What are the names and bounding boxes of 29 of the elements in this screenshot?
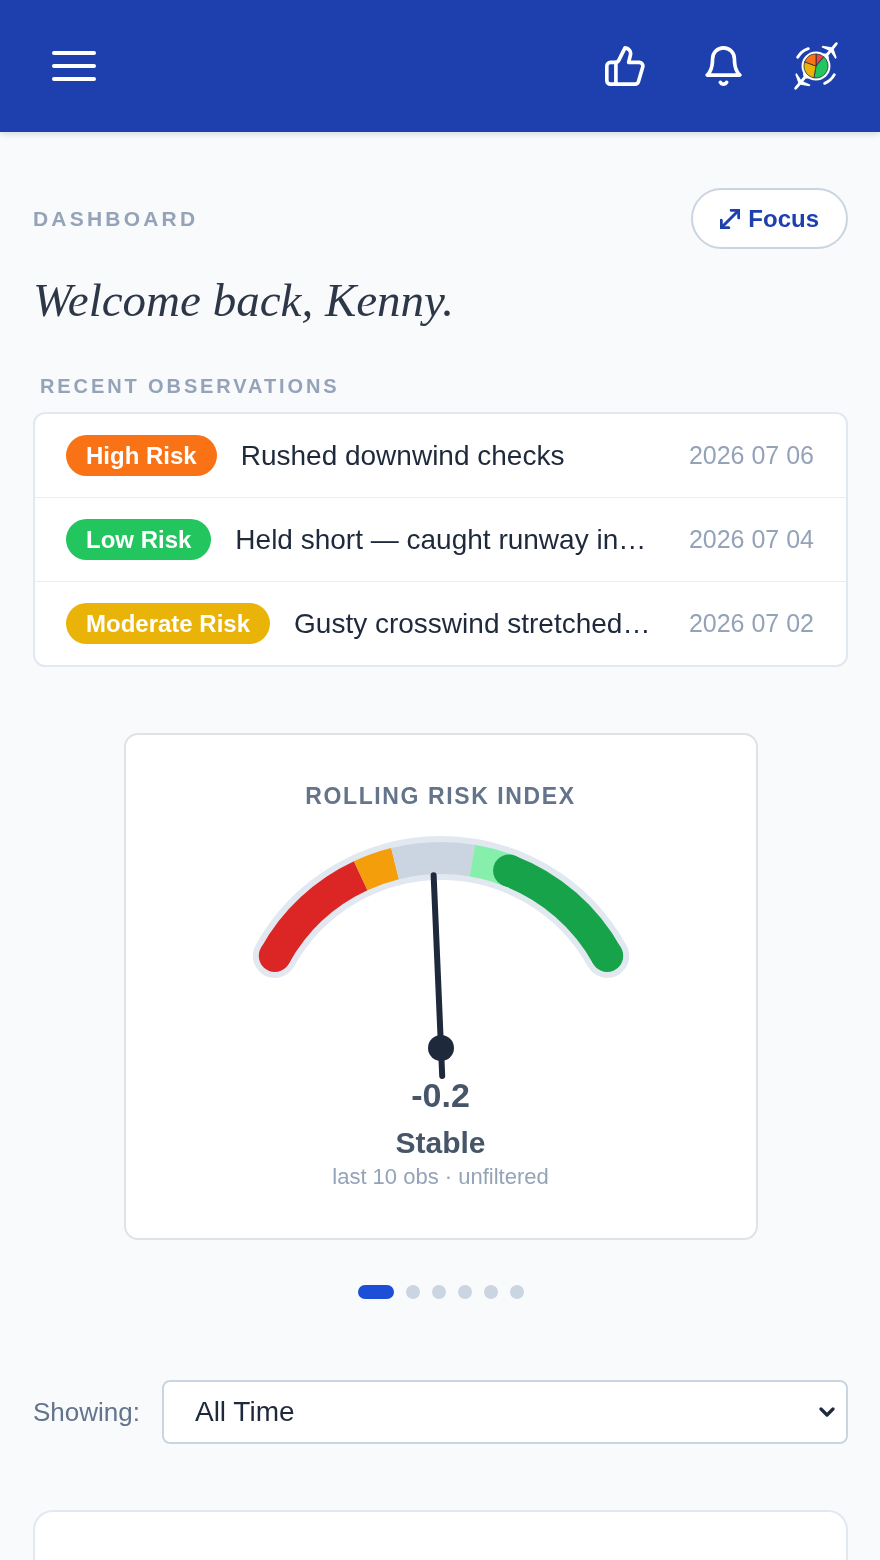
gauge-caption: last 10 obs · unfiltered: [332, 1164, 549, 1190]
observation-date: 2026 07 02: [688, 609, 814, 638]
section-heading: RECENT OBSERVATIONS: [39, 374, 341, 398]
carousel-dot[interactable]: [483, 1285, 498, 1299]
bell-icon[interactable]: [705, 46, 742, 86]
gauge-value: -0.2: [411, 1079, 470, 1111]
time-range-select[interactable]: All Time: [161, 1380, 848, 1444]
risk-badge: Low Risk: [66, 519, 212, 560]
observation-date: 2026 07 04: [688, 525, 814, 554]
observation-date: 2026 07 06: [688, 441, 814, 470]
carousel-dot[interactable]: [431, 1285, 446, 1299]
thumbs-up-icon[interactable]: [605, 46, 645, 86]
focus-button[interactable]: Focus: [691, 188, 848, 249]
observation-title[interactable]: Rushed downwind checks: [240, 439, 665, 472]
risk-badge: High Risk: [66, 435, 217, 476]
carousel-dot[interactable]: [509, 1285, 524, 1299]
gauge-title: ROLLING RISK INDEX: [305, 782, 576, 810]
filter-label: Showing:: [33, 1396, 140, 1428]
observation-title[interactable]: Gusty crosswind stretched…: [294, 607, 665, 640]
menu-icon[interactable]: [52, 51, 96, 81]
carousel-dot[interactable]: [457, 1285, 472, 1299]
page-eyebrow: DASHBOARD: [33, 205, 199, 232]
expand-arrows-icon: [720, 208, 741, 229]
observation-title[interactable]: Held short — caught runway in…: [235, 523, 665, 556]
welcome-heading: Welcome back, Kenny.: [33, 273, 456, 328]
gauge-status: Stable: [395, 1126, 486, 1160]
chevron-down-icon: [819, 1407, 835, 1417]
risk-badge: Moderate Risk: [66, 603, 271, 644]
carousel-dot[interactable]: [405, 1285, 420, 1299]
